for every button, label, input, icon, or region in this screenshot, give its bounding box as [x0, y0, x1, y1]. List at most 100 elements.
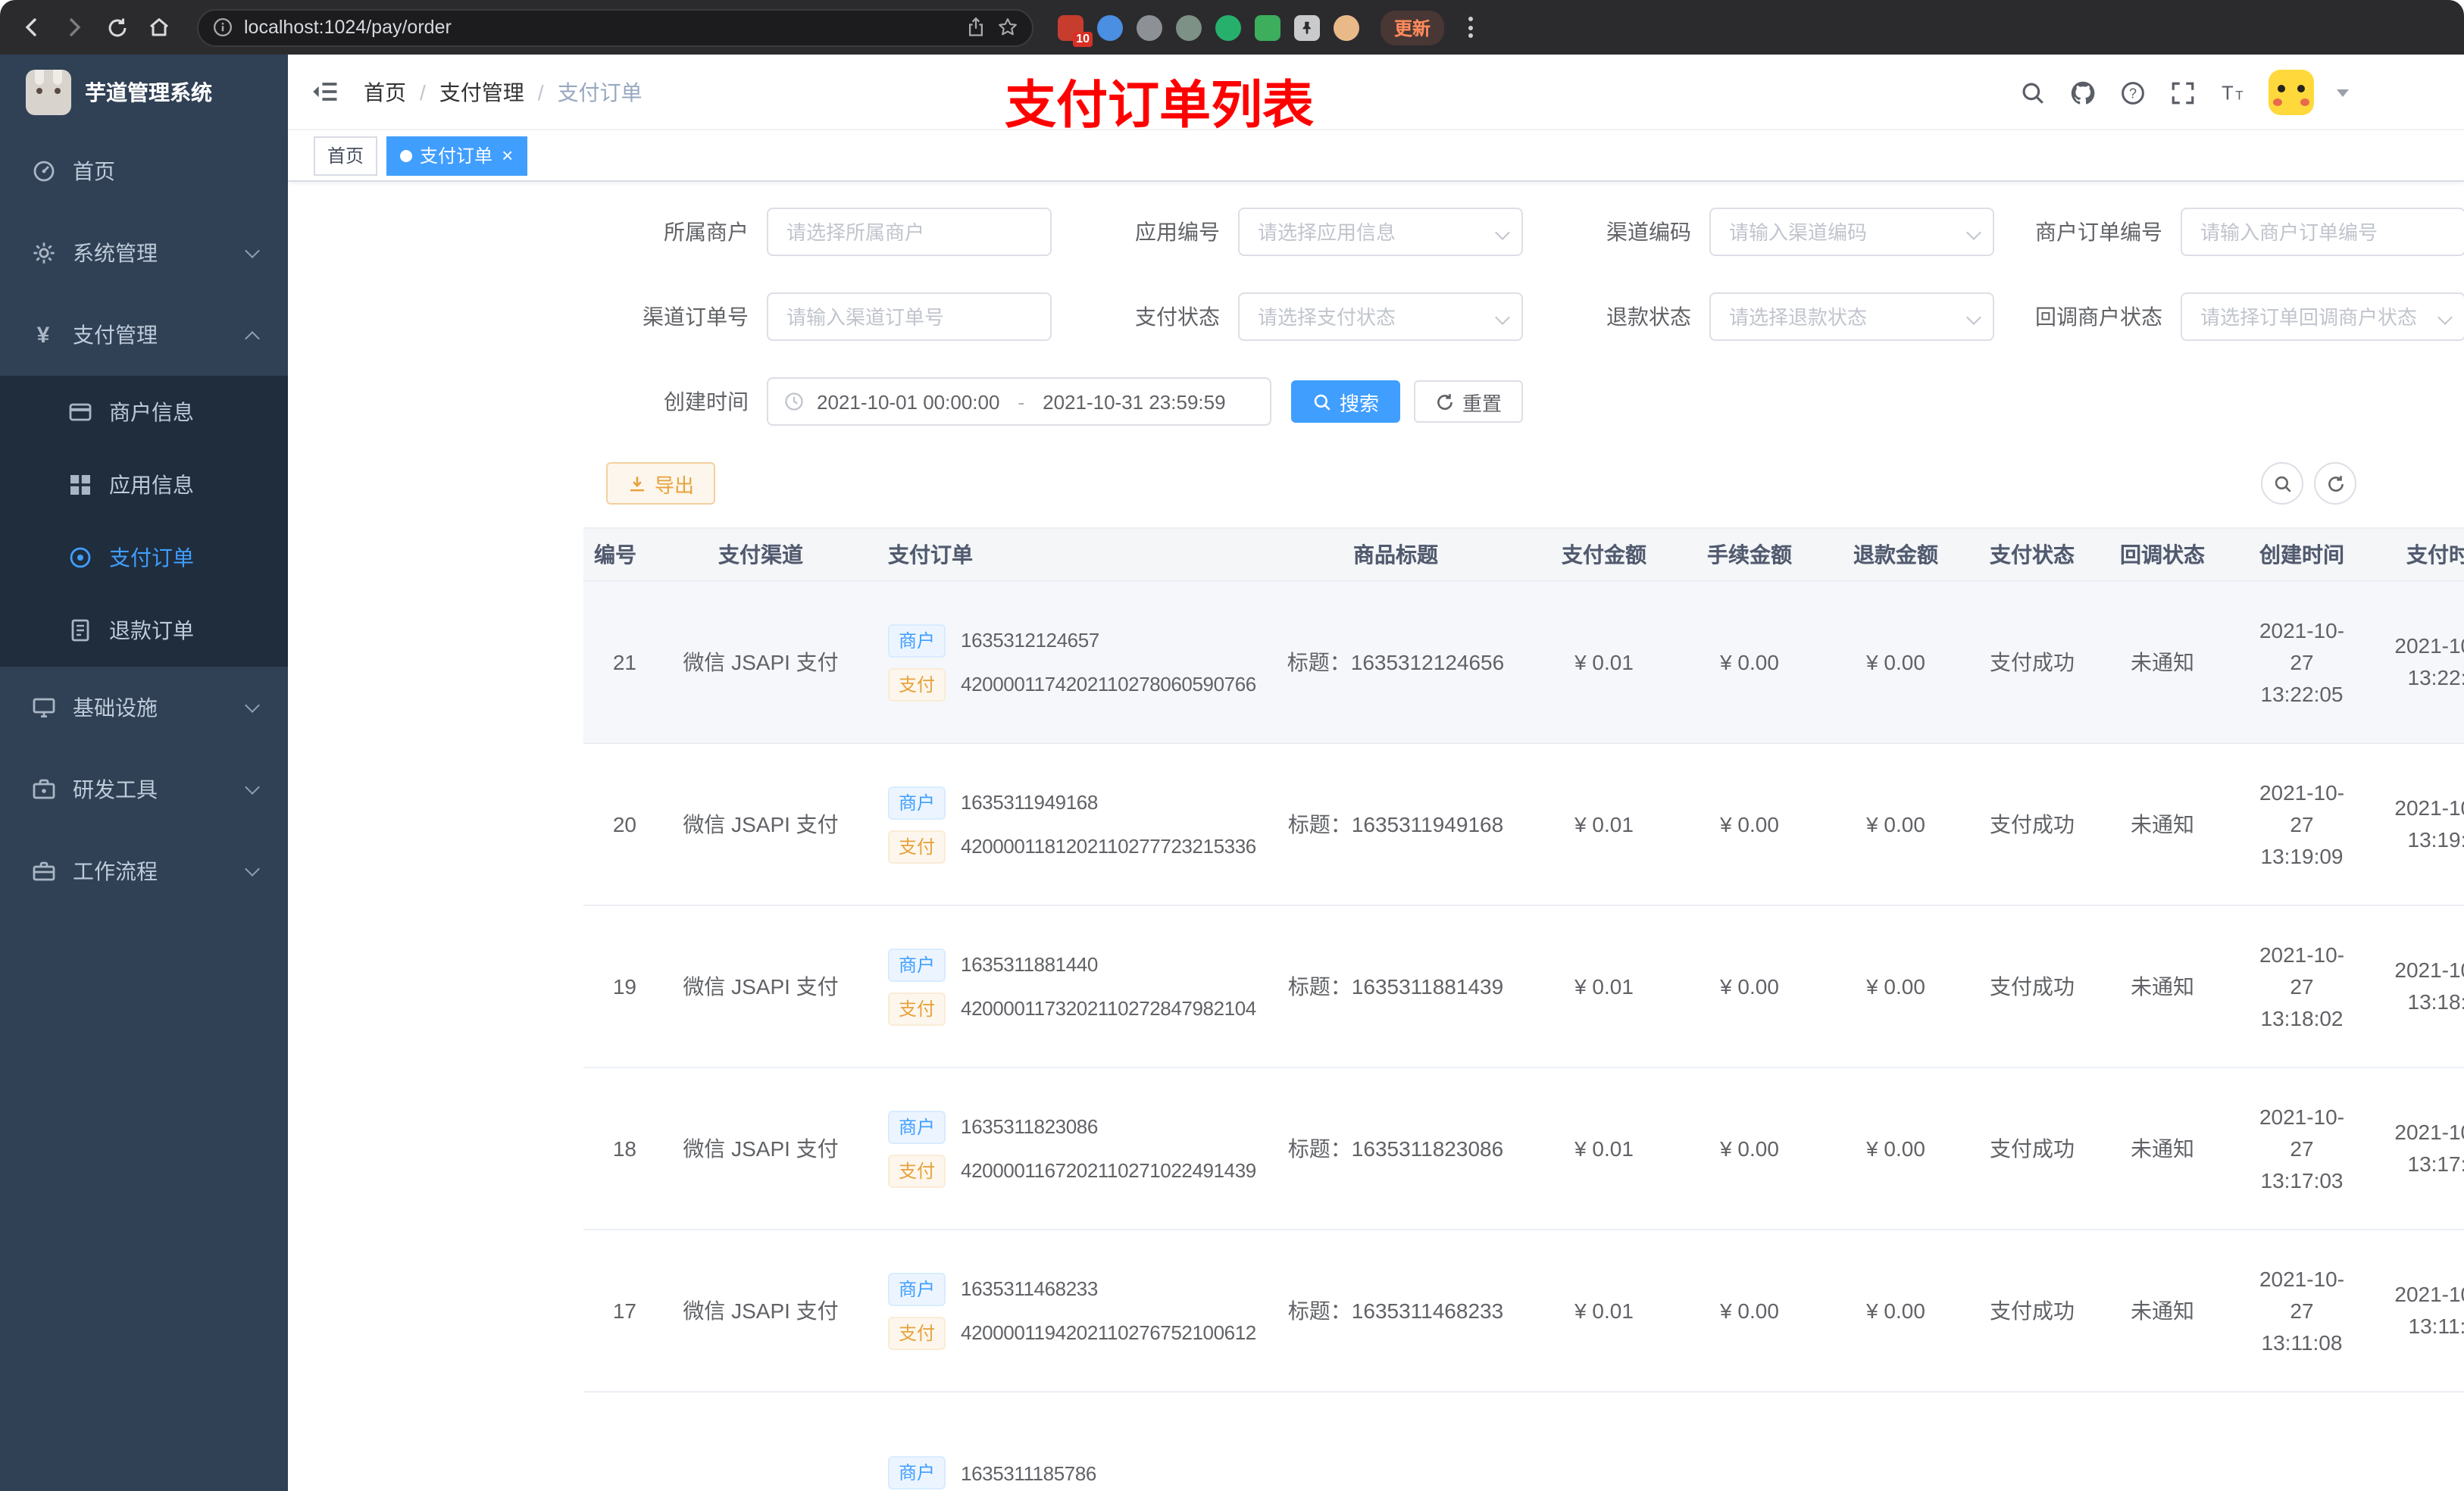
sidebar-fold-icon[interactable] [309, 77, 339, 107]
url-text[interactable]: localhost:1024/pay/order [244, 17, 955, 38]
pay-time [2367, 1392, 2464, 1491]
reload-icon[interactable] [100, 11, 133, 44]
refund-status-select[interactable] [1709, 292, 1994, 341]
export-button[interactable]: 导出 [606, 462, 716, 505]
extension-icon-red[interactable]: 10 [1058, 14, 1093, 46]
sidebar-item-pay-order[interactable]: 支付订单 [0, 521, 288, 594]
share-icon[interactable] [965, 17, 987, 38]
sidebar-item-merchant-info[interactable]: 商户信息 [0, 376, 288, 449]
sidebar-item-pay[interactable]: ¥ 支付管理 [0, 294, 288, 376]
extension-icon-gray-2[interactable] [1176, 14, 1202, 40]
chevron-down-icon [245, 780, 260, 795]
sidebar-item-home[interactable]: 首页 [0, 130, 288, 212]
tab-close-icon[interactable]: × [502, 145, 513, 165]
browser-update-button[interactable]: 更新 [1381, 10, 1445, 45]
toolbox-icon [30, 777, 56, 802]
merchant-input[interactable] [767, 208, 1052, 256]
pay-channel: 微信 JSAPI 支付 [649, 581, 873, 744]
notify-status-select[interactable] [2181, 292, 2464, 341]
filter-label-channel-order-no: 渠道订单号 [643, 305, 749, 329]
sidebar-item-infra[interactable]: 基础设施 [0, 667, 288, 749]
bookmark-star-icon[interactable] [997, 17, 1018, 38]
fee-amount: ¥ 0.00 [1684, 1067, 1815, 1230]
pay-channel: 微信 JSAPI 支付 [649, 743, 873, 906]
pay-tag: 支付 [888, 992, 946, 1025]
top-navbar: 首页 / 支付管理 / 支付订单 支付订单列表 ? T T [288, 55, 2464, 135]
svg-text:?: ? [2128, 85, 2136, 100]
fullscreen-icon[interactable] [2169, 79, 2196, 106]
sidebar-item-app-info[interactable]: 应用信息 [0, 449, 288, 521]
channel-pay-no: 4200001181202110277723215336 [961, 835, 1256, 858]
date-end[interactable]: 2021-10-31 23:59:59 [1043, 390, 1225, 413]
toggle-search-button[interactable] [2261, 462, 2303, 505]
sidebar-item-devtools[interactable]: 研发工具 [0, 749, 288, 830]
address-bar[interactable]: localhost:1024/pay/order [197, 8, 1033, 46]
extension-icon-blue[interactable] [1097, 14, 1123, 40]
create-time-range-picker[interactable]: 2021-10-01 00:00:00 - 2021-10-31 23:59:5… [767, 377, 1271, 426]
tab-home[interactable]: 首页 [314, 136, 378, 175]
sidebar-item-workflow[interactable]: 工作流程 [0, 830, 288, 912]
search-icon[interactable] [2018, 79, 2046, 106]
pay-tag: 支付 [888, 667, 946, 701]
channel-order-no-input[interactable] [767, 292, 1052, 341]
merchant-tag: 商户 [888, 624, 946, 657]
extension-icon-green-square[interactable] [1255, 14, 1280, 40]
merchant-order-no: 1635311185786 [961, 1461, 1096, 1484]
notify-status: 未通知 [2088, 1067, 2237, 1230]
reset-button[interactable]: 重置 [1414, 380, 1524, 423]
pay-order-cell: 商户 1635312124657 支付 42000011742021102780… [873, 581, 1267, 744]
chevron-down-icon [245, 698, 260, 713]
pay-amount: ¥ 0.01 [1524, 905, 1684, 1068]
download-icon [627, 474, 647, 493]
merchant-tag: 商户 [888, 786, 946, 819]
browser-menu-icon[interactable] [1462, 11, 1479, 44]
merchant-order-no: 1635311949168 [961, 791, 1098, 814]
app-logo[interactable]: 芋道管理系统 [0, 55, 288, 130]
channel-pay-no: 4200001194202110276752100612 [961, 1321, 1256, 1344]
extension-icon-gray-1[interactable] [1137, 14, 1162, 40]
pay-time: 2021-10-2713:18:10 [2367, 905, 2464, 1068]
pay-tag: 支付 [888, 830, 946, 863]
order-id: 19 [583, 905, 649, 1068]
product-title: 标题：1635311881439 [1267, 905, 1524, 1068]
pay-amount: ¥ 0.01 [1524, 743, 1684, 906]
tab-pay-order[interactable]: 支付订单 × [386, 136, 527, 175]
date-start[interactable]: 2021-10-01 00:00:00 [817, 390, 999, 413]
pay-status-select[interactable] [1238, 292, 1523, 341]
merchant-order-no-input[interactable] [2181, 208, 2464, 256]
help-icon[interactable]: ? [2118, 79, 2146, 106]
profile-avatar-icon[interactable] [1334, 14, 1359, 40]
filter-label-create-time: 创建时间 [664, 389, 749, 414]
pay-order-cell: 商户 1635311185786 支付 [873, 1392, 1267, 1491]
sidebar-item-refund-order[interactable]: 退款订单 [0, 594, 288, 667]
breadcrumb-pay[interactable]: 支付管理 [439, 77, 524, 107]
filter-label-app: 应用编号 [1135, 220, 1220, 244]
extension-icon-green-circle[interactable] [1215, 14, 1241, 40]
forward-icon[interactable] [58, 11, 91, 44]
order-id: 20 [583, 743, 649, 906]
product-title: 标题：1635311468233 [1267, 1230, 1524, 1393]
extensions-strip: 10 [1058, 14, 1359, 46]
avatar-dropdown-icon[interactable] [2337, 89, 2349, 96]
pay-tag: 支付 [888, 1316, 946, 1349]
table-header-row: 编号 支付渠道 支付订单 商品标题 支付金额 手续金额 退款金额 支付状态 回调… [583, 527, 2464, 582]
github-icon[interactable] [2068, 79, 2096, 106]
refund-amount: ¥ 0.00 [1815, 1230, 1976, 1393]
order-id: 17 [583, 1230, 649, 1393]
app-select[interactable] [1238, 208, 1523, 256]
sidebar-item-system[interactable]: 系统管理 [0, 212, 288, 294]
back-icon[interactable] [15, 11, 48, 44]
refund-amount: ¥ 0.00 [1815, 905, 1976, 1068]
page-title: 支付订单列表 [1005, 77, 1314, 135]
home-icon[interactable] [142, 11, 176, 44]
channel-code-select[interactable] [1709, 208, 1994, 256]
extensions-pin-icon[interactable] [1294, 14, 1320, 40]
font-size-icon[interactable]: TT [2219, 79, 2246, 106]
site-info-icon[interactable] [212, 17, 233, 38]
refresh-table-button[interactable] [2314, 462, 2356, 505]
search-button[interactable]: 搜索 [1291, 380, 1401, 423]
user-avatar[interactable] [2269, 70, 2314, 115]
briefcase-icon [30, 858, 56, 884]
breadcrumb-home[interactable]: 首页 [364, 77, 406, 107]
pay-status: 支付成功 [1976, 743, 2088, 906]
